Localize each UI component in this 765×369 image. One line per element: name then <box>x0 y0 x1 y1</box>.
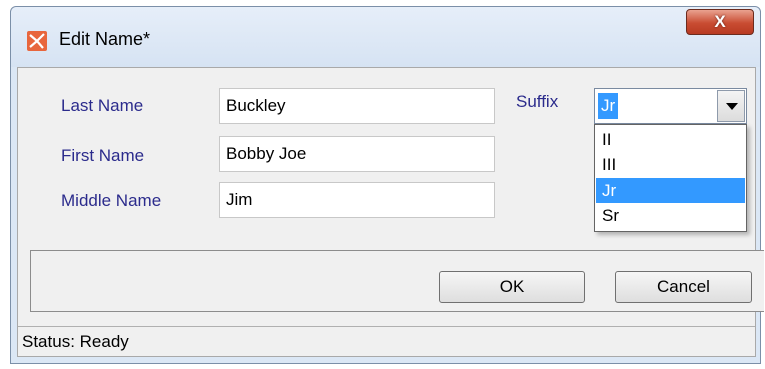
middle-name-input[interactable]: Jim <box>219 182 495 218</box>
suffix-option-sr[interactable]: Sr <box>596 203 745 228</box>
close-button[interactable]: X <box>686 9 754 35</box>
cancel-button[interactable]: Cancel <box>615 271 752 303</box>
suffix-selected-value: Jr <box>598 93 619 119</box>
first-name-label: First Name <box>61 146 145 165</box>
suffix-option-ii[interactable]: II <box>596 127 745 152</box>
suffix-option-iii[interactable]: III <box>596 152 745 177</box>
app-logo-icon <box>27 31 47 51</box>
dropdown-arrow-button[interactable] <box>717 90 745 122</box>
status-bar: Status: Ready <box>18 326 755 356</box>
suffix-dropdown-list: II III Jr Sr <box>594 124 747 232</box>
suffix-select[interactable]: Jr <box>594 88 747 124</box>
window-title: Edit Name* <box>59 29 151 49</box>
dialog-body: Last Name Buckley First Name Bobby Joe M… <box>17 67 764 357</box>
first-name-input[interactable]: Bobby Joe <box>219 136 495 172</box>
chevron-down-icon <box>726 103 738 110</box>
title-bar[interactable]: Edit Name* X <box>11 7 760 67</box>
middle-name-label: Middle Name <box>61 191 162 210</box>
last-name-label: Last Name <box>61 96 144 115</box>
ok-button[interactable]: OK <box>439 271 585 303</box>
edit-name-dialog: Edit Name* X Last Name Buckley First Nam… <box>10 6 764 364</box>
suffix-label: Suffix <box>516 92 559 111</box>
last-name-input[interactable]: Buckley <box>219 88 495 124</box>
suffix-option-jr[interactable]: Jr <box>596 178 745 203</box>
button-panel: OK Cancel <box>30 250 764 312</box>
